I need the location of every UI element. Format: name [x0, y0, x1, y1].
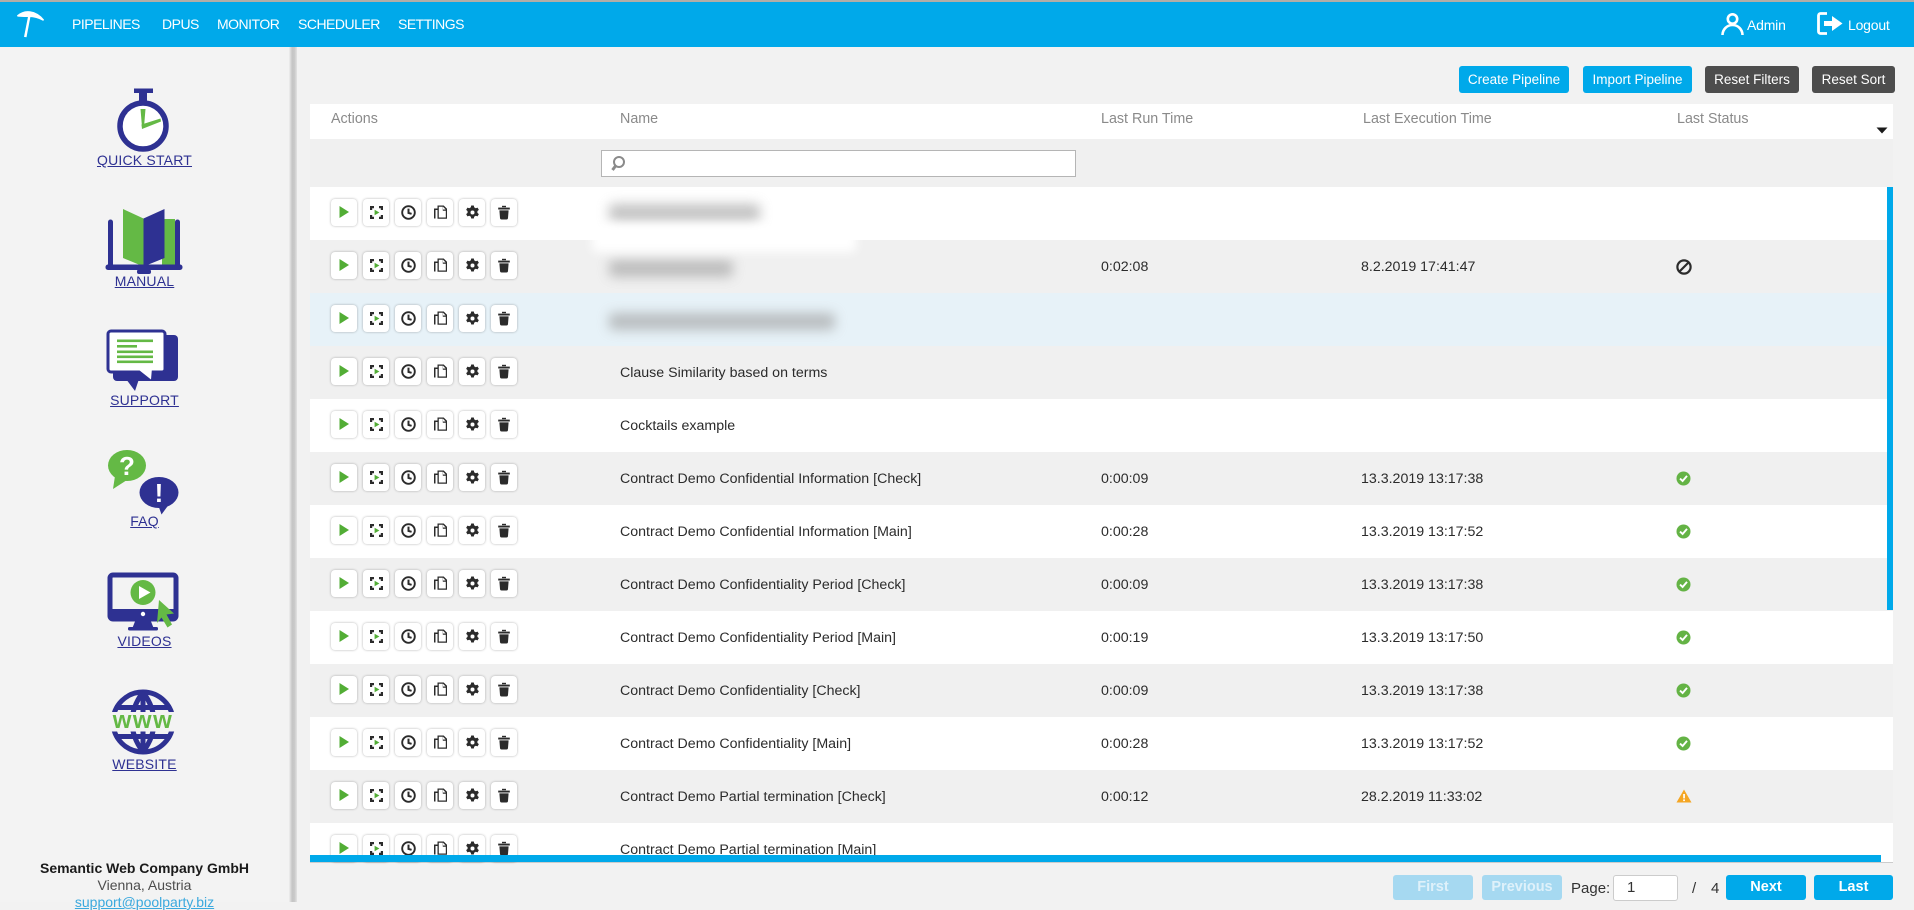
svg-text:?: ?: [119, 451, 135, 481]
svg-text:!: !: [155, 478, 164, 508]
svg-text:www: www: [112, 707, 174, 734]
